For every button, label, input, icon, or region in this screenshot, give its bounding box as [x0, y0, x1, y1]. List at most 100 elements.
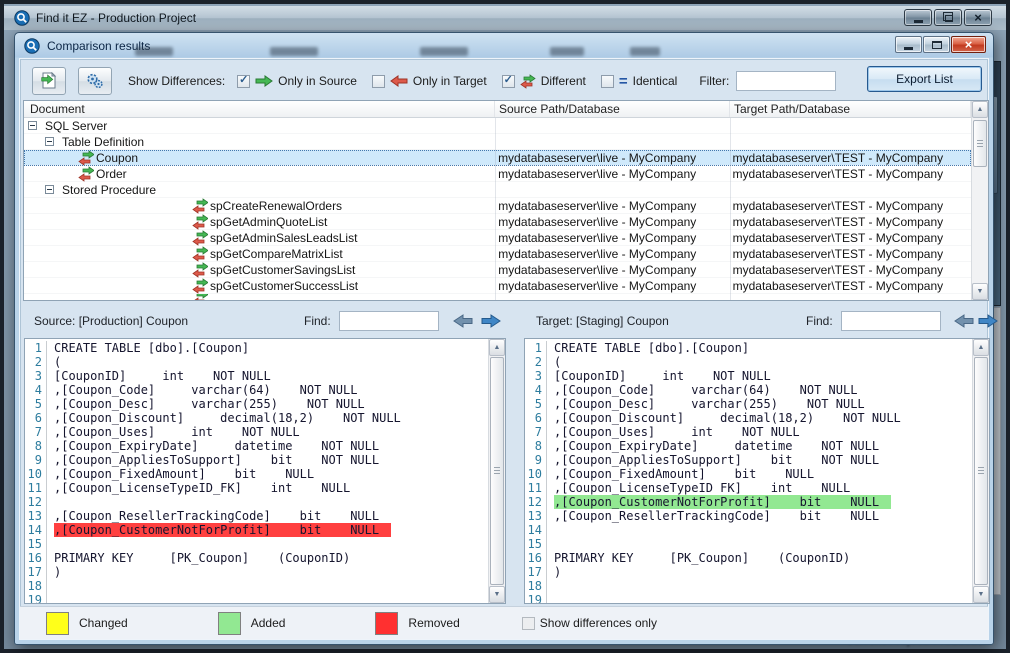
source-find-next-icon[interactable] — [481, 314, 501, 328]
export-report-button[interactable] — [32, 67, 66, 95]
tree-row[interactable]: spCreateRenewalOrdersmydatabaseserver\li… — [24, 198, 971, 214]
code-text: ,[Coupon_LicenseTypeID FK] int NULL — [547, 481, 850, 495]
filter-label: Only in Source — [278, 74, 357, 88]
scroll-up-button[interactable]: ▲ — [489, 339, 505, 356]
filter-input[interactable] — [736, 71, 836, 91]
legend-label: Added — [251, 616, 286, 630]
code-text — [47, 593, 54, 603]
checkbox[interactable] — [601, 75, 614, 88]
tree-row[interactable]: Stored Procedure — [24, 182, 971, 198]
scrollbar-thumb[interactable] — [490, 357, 504, 585]
different-icon — [192, 294, 208, 300]
tree-row[interactable]: Table Definition — [24, 134, 971, 150]
blurred-menu-item — [135, 47, 173, 56]
code-text: CREATE TABLE [dbo].[Coupon] — [47, 341, 249, 355]
checkbox[interactable]: ✓ — [237, 75, 250, 88]
filter-icon-wrap — [520, 74, 536, 89]
code-text: ,[Coupon_CustomerNotForProfit] bit NULL — [547, 495, 891, 509]
tree-row[interactable] — [24, 294, 971, 300]
code-text: [CouponID] int NOT NULL — [547, 369, 771, 383]
target-find-label: Find: — [806, 314, 833, 328]
check-mark-icon: ✓ — [504, 75, 513, 86]
column-header-document[interactable]: Document — [24, 101, 495, 117]
line-number: 9 — [525, 453, 547, 467]
line-number: 12 — [525, 495, 547, 509]
dialog-minimize-button[interactable] — [895, 36, 922, 53]
target-pane-scrollbar[interactable]: ▲ ▼ — [972, 339, 989, 603]
scroll-down-button[interactable]: ▼ — [973, 586, 989, 603]
line-number: 14 — [525, 523, 547, 537]
code-line: 12 — [25, 495, 488, 509]
code-line: 10,[Coupon_FixedAmount] bit NULL — [525, 467, 972, 481]
collapse-expander-icon[interactable] — [45, 137, 54, 146]
code-line: 4,[Coupon_Code] varchar(64) NOT NULL — [25, 383, 488, 397]
target-code: 1CREATE TABLE [dbo].[Coupon]2(3[CouponID… — [525, 339, 972, 603]
legend-swatch-changed — [46, 612, 69, 635]
target-path-cell: mydatabaseserver\TEST - MyCompany — [729, 198, 971, 214]
scrollbar-thumb[interactable] — [973, 120, 987, 167]
column-header-source-path[interactable]: Source Path/Database — [495, 101, 730, 117]
tree-row[interactable]: Couponmydatabaseserver\live - MyCompanym… — [24, 150, 971, 166]
line-number: 15 — [525, 537, 547, 551]
tree-row[interactable]: spGetAdminSalesLeadsListmydatabaseserver… — [24, 230, 971, 246]
close-icon: × — [965, 38, 973, 51]
code-line: 15 — [25, 537, 488, 551]
checkbox[interactable]: ✓ — [502, 75, 515, 88]
main-window-title: Find it EZ - Production Project — [36, 11, 196, 25]
code-text: ,[Coupon_ResellerTrackingCode] bit NULL — [47, 509, 379, 523]
compare-settings-button[interactable] — [78, 67, 112, 95]
tree-row[interactable]: spGetCustomerSavingsListmydatabaseserver… — [24, 262, 971, 278]
source-find-previous-icon[interactable] — [453, 314, 473, 328]
target-find-input[interactable] — [841, 311, 941, 331]
only-in-source-icon — [255, 75, 273, 87]
tree-row[interactable]: spGetCustomerSuccessListmydatabaseserver… — [24, 278, 971, 294]
filter-icon-wrap: = — [619, 74, 628, 89]
main-restore-button[interactable] — [934, 9, 962, 26]
checkbox[interactable] — [372, 75, 385, 88]
tree-item-label: spGetCompareMatrixList — [210, 247, 343, 261]
target-find-next-icon[interactable] — [978, 314, 998, 328]
document-export-icon — [39, 72, 59, 90]
line-number: 6 — [25, 411, 47, 425]
column-header-target-path[interactable]: Target Path/Database — [730, 101, 971, 117]
code-text: ,[Coupon_ResellerTrackingCode] bit NULL — [547, 509, 879, 523]
source-pane-scrollbar[interactable]: ▲ ▼ — [488, 339, 505, 603]
main-minimize-button[interactable] — [904, 9, 932, 26]
code-line: 1CREATE TABLE [dbo].[Coupon] — [525, 341, 972, 355]
tree-row[interactable]: SQL Server — [24, 118, 971, 134]
code-line: 19 — [525, 593, 972, 603]
document-cell: spCreateRenewalOrders — [24, 198, 494, 214]
tree-row[interactable]: Ordermydatabaseserver\live - MyCompanymy… — [24, 166, 971, 182]
code-text: ,[Coupon_CustomerNotForProfit] bit NULL — [47, 523, 391, 537]
code-line: 10,[Coupon_FixedAmount] bit NULL — [25, 467, 488, 481]
scroll-up-button[interactable]: ▲ — [973, 339, 989, 356]
scroll-down-button[interactable]: ▼ — [972, 283, 988, 300]
tree-scrollbar[interactable]: ▲ ▼ — [971, 101, 988, 300]
line-number: 2 — [25, 355, 47, 369]
restore-icon — [945, 15, 953, 22]
tree-row[interactable]: spGetCompareMatrixListmydatabaseserver\l… — [24, 246, 971, 262]
line-number: 7 — [525, 425, 547, 439]
source-find-input[interactable] — [339, 311, 439, 331]
tree-item-label: Stored Procedure — [62, 183, 156, 197]
show-differences-only-checkbox[interactable] — [522, 617, 535, 630]
scroll-up-button[interactable]: ▲ — [972, 101, 988, 118]
export-list-button[interactable]: Export List — [867, 66, 982, 92]
dialog-maximize-button[interactable] — [923, 36, 950, 53]
target-path-cell — [729, 294, 971, 300]
different-icon — [192, 198, 208, 214]
only-in-target-icon — [390, 75, 408, 87]
source-path-cell: mydatabaseserver\live - MyCompany — [494, 230, 728, 246]
code-line: 15 — [525, 537, 972, 551]
scrollbar-thumb[interactable] — [974, 357, 988, 585]
tree-row[interactable]: spGetAdminQuoteListmydatabaseserver\live… — [24, 214, 971, 230]
line-number: 5 — [525, 397, 547, 411]
legend-items: ChangedAddedRemoved — [20, 612, 460, 635]
dialog-close-button[interactable]: × — [951, 36, 986, 53]
target-find-previous-icon[interactable] — [954, 314, 974, 328]
collapse-expander-icon[interactable] — [45, 185, 54, 194]
scroll-down-button[interactable]: ▼ — [489, 586, 505, 603]
collapse-expander-icon[interactable] — [28, 121, 37, 130]
tree-item-label: Order — [96, 167, 127, 181]
main-close-button[interactable]: × — [964, 9, 992, 26]
